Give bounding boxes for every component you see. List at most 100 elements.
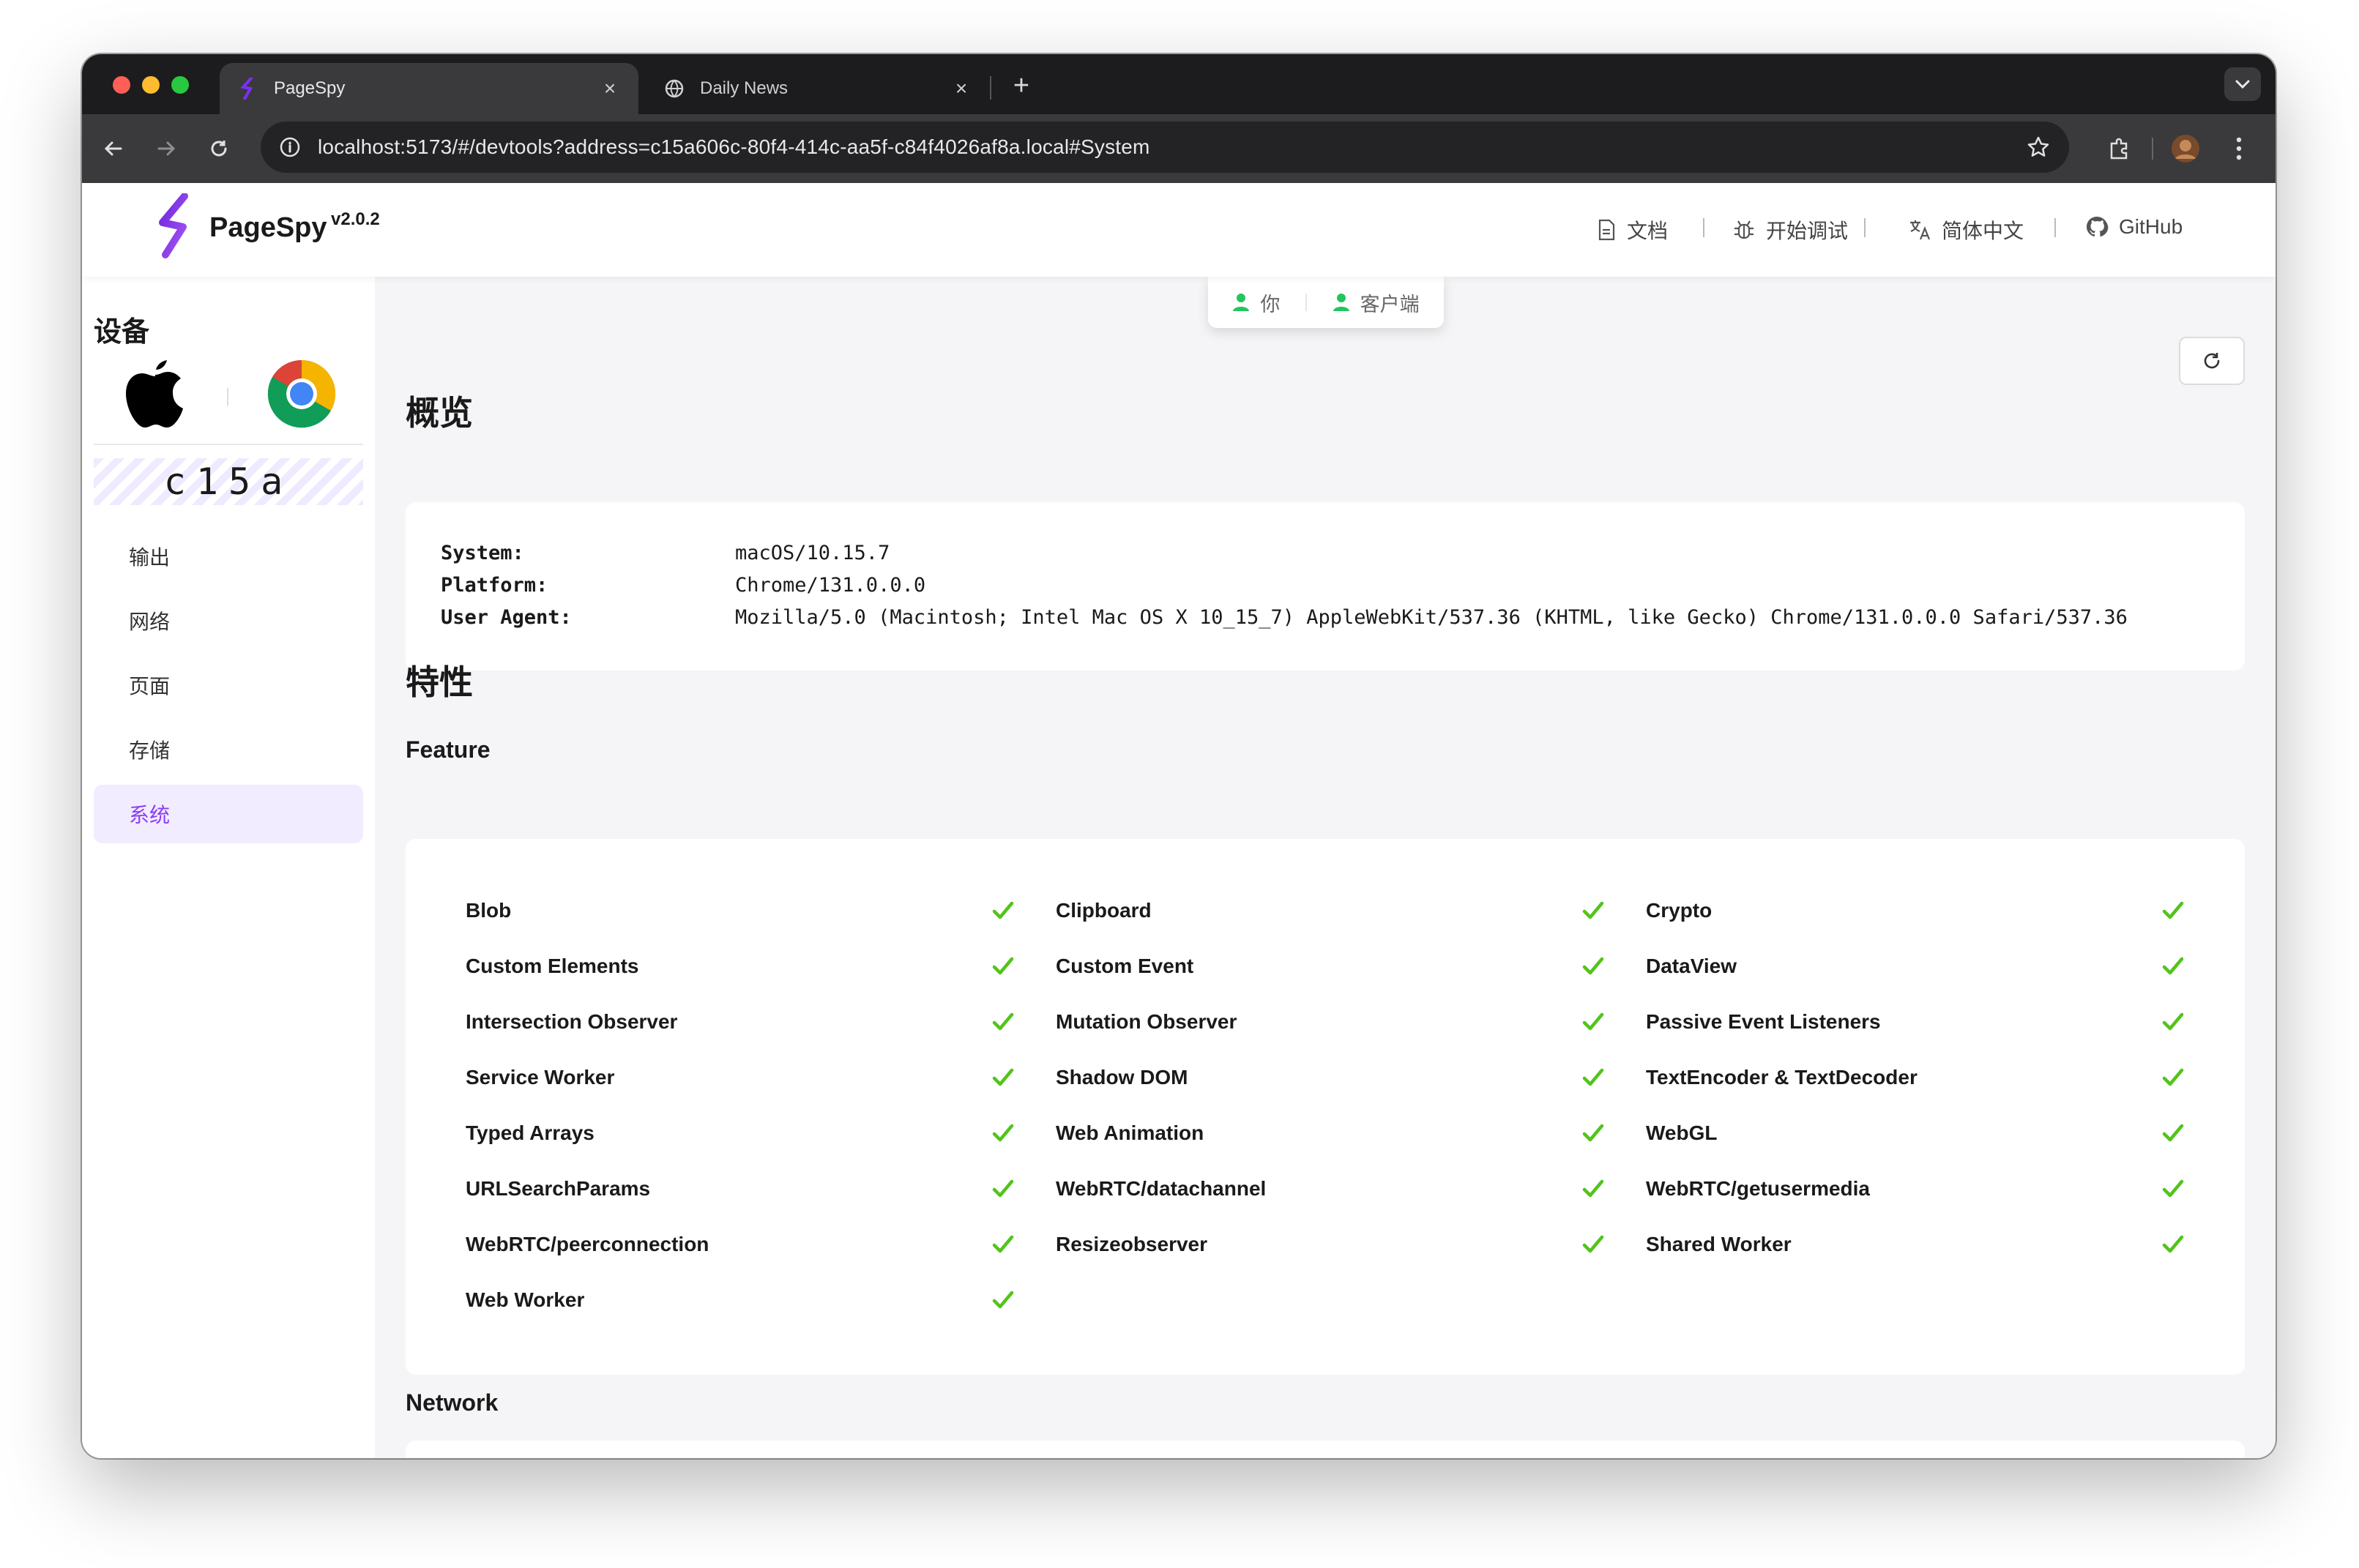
feature-label: WebRTC/peerconnection xyxy=(466,1233,709,1255)
check-icon xyxy=(1582,1179,1604,1198)
sidebar-item-system[interactable]: 系统 xyxy=(94,785,363,843)
new-tab-button[interactable]: + xyxy=(1002,66,1041,105)
brand-version: v2.0.2 xyxy=(331,209,380,229)
feature-label: WebGL xyxy=(1646,1121,1718,1144)
feature-label: Shadow DOM xyxy=(1056,1066,1188,1089)
feature-item: Blob xyxy=(466,883,1056,938)
profile-avatar[interactable] xyxy=(2169,132,2202,165)
overview-title: 概览 xyxy=(406,394,473,432)
check-icon xyxy=(1582,957,1604,975)
apple-icon xyxy=(126,360,183,428)
browser-window: PageSpy × Daily News × + localhost:5173/… xyxy=(82,54,2276,1458)
feature-item: URLSearchParams xyxy=(466,1161,1056,1217)
feature-grid: Blob Clipboard Crypto Custom Elements Custom… xyxy=(466,883,2185,1328)
brand-name[interactable]: PageSpy xyxy=(209,212,327,244)
tab-title: PageSpy xyxy=(274,78,346,98)
sidebar-item-page[interactable]: 页面 xyxy=(94,656,363,714)
arrow-right-icon xyxy=(157,141,176,156)
tab-pagespy[interactable]: PageSpy × xyxy=(220,63,638,114)
overview-value: Mozilla/5.0 (Macintosh; Intel Mac OS X 1… xyxy=(735,606,2128,629)
document-icon xyxy=(1598,219,1615,241)
feature-label: TextEncoder & TextDecoder xyxy=(1646,1066,1918,1089)
overview-table: System: macOS/10.15.7 Platform: Chrome/1… xyxy=(441,537,2128,634)
overview-value: Chrome/131.0.0.0 xyxy=(735,574,926,597)
overview-row: Platform: Chrome/131.0.0.0 xyxy=(441,570,2128,602)
overview-key: User Agent: xyxy=(441,606,572,629)
back-button[interactable] xyxy=(97,132,130,165)
feature-item: Custom Elements xyxy=(466,938,1056,994)
address-bar[interactable]: localhost:5173/#/devtools?address=c15a60… xyxy=(261,122,2069,173)
tab-daily-news[interactable]: Daily News × xyxy=(646,63,990,114)
check-icon xyxy=(992,1124,1014,1142)
feature-item: Shared Worker xyxy=(1646,1217,2185,1272)
close-window-button[interactable] xyxy=(113,76,130,94)
toolbar-separator xyxy=(2151,132,2154,165)
network-card: CORSBeaconFetch xyxy=(406,1441,2245,1458)
feature-item: Service Worker xyxy=(466,1050,1056,1105)
check-icon xyxy=(992,901,1014,919)
minimize-window-button[interactable] xyxy=(142,76,160,94)
main-content: 你 客户端 概览 System: macOS/10.15.7 Platform:… xyxy=(375,277,2276,1458)
check-icon xyxy=(992,1012,1014,1031)
overview-row: User Agent: Mozilla/5.0 (Macintosh; Inte… xyxy=(441,602,2128,634)
feature-label: Clipboard xyxy=(1056,899,1152,922)
feature-item: Shadow DOM xyxy=(1056,1050,1646,1105)
feature-item: Clipboard xyxy=(1056,883,1646,938)
overview-row: System: macOS/10.15.7 xyxy=(441,537,2128,570)
feature-label: Service Worker xyxy=(466,1066,615,1089)
feature-item: Intersection Observer xyxy=(466,994,1056,1050)
feature-item: Passive Event Listeners xyxy=(1646,994,2185,1050)
browser-toolbar: localhost:5173/#/devtools?address=c15a60… xyxy=(82,114,2276,183)
feature-item: Resizeobserver xyxy=(1056,1217,1646,1272)
close-tab-icon[interactable]: × xyxy=(950,77,972,100)
site-info-icon[interactable] xyxy=(275,132,305,162)
check-icon xyxy=(2162,957,2184,975)
nav-label: GitHub xyxy=(2119,215,2183,238)
nav-github[interactable]: GitHub xyxy=(2085,215,2183,239)
client-id: c15a xyxy=(94,458,363,505)
tab-search-button[interactable] xyxy=(2224,67,2261,101)
check-icon xyxy=(2162,1068,2184,1086)
user-icon xyxy=(1233,294,1250,311)
refresh-button[interactable] xyxy=(2179,337,2245,385)
features-title: 特性 xyxy=(406,663,473,701)
extensions-button[interactable] xyxy=(2101,132,2138,165)
puzzle-icon xyxy=(2110,138,2128,160)
check-icon xyxy=(992,1235,1014,1253)
feature-item: Crypto xyxy=(1646,883,2185,938)
nav-separator xyxy=(2054,218,2056,237)
feature-label: Custom Event xyxy=(1056,955,1194,977)
nav-language[interactable]: 简体中文 xyxy=(1908,215,2024,244)
sidebar-item-storage[interactable]: 存储 xyxy=(94,720,363,779)
sidebar-icon-separator xyxy=(227,388,228,406)
feature-item: WebRTC/peerconnection xyxy=(466,1217,1056,1272)
check-icon xyxy=(2162,1012,2184,1031)
feature-item: WebGL xyxy=(1646,1105,2185,1161)
more-vertical-icon xyxy=(2236,137,2242,160)
nav-docs[interactable]: 文档 xyxy=(1596,215,1668,244)
forward-button[interactable] xyxy=(149,132,183,165)
close-tab-icon[interactable]: × xyxy=(599,77,621,100)
feature-label: URLSearchParams xyxy=(466,1177,651,1200)
chevron-down-icon xyxy=(2235,80,2250,89)
nav-start-debug[interactable]: 开始调试 xyxy=(1732,215,1848,244)
sidebar-item-console[interactable]: 输出 xyxy=(94,527,363,586)
connection-client: 客户端 xyxy=(1333,288,1420,317)
check-icon xyxy=(992,1291,1014,1309)
browser-menu-button[interactable] xyxy=(2224,132,2254,165)
connection-client-label: 客户端 xyxy=(1360,293,1420,316)
pagespy-logo-icon[interactable] xyxy=(152,193,196,261)
feature-card: Blob Clipboard Crypto Custom Elements Custom… xyxy=(406,839,2245,1375)
check-icon xyxy=(992,1179,1014,1198)
nav-label: 文档 xyxy=(1627,220,1669,242)
check-icon xyxy=(1582,1124,1604,1142)
sidebar-item-network[interactable]: 网络 xyxy=(94,591,363,650)
feature-item: Typed Arrays xyxy=(466,1105,1056,1161)
tab-separator xyxy=(990,76,991,100)
feature-label: Web Worker xyxy=(466,1288,585,1311)
bookmark-star-icon[interactable] xyxy=(2022,131,2054,163)
reload-button[interactable] xyxy=(202,132,236,165)
feature-label: WebRTC/datachannel xyxy=(1056,1177,1267,1200)
chrome-icon xyxy=(267,359,336,428)
maximize-window-button[interactable] xyxy=(171,76,189,94)
